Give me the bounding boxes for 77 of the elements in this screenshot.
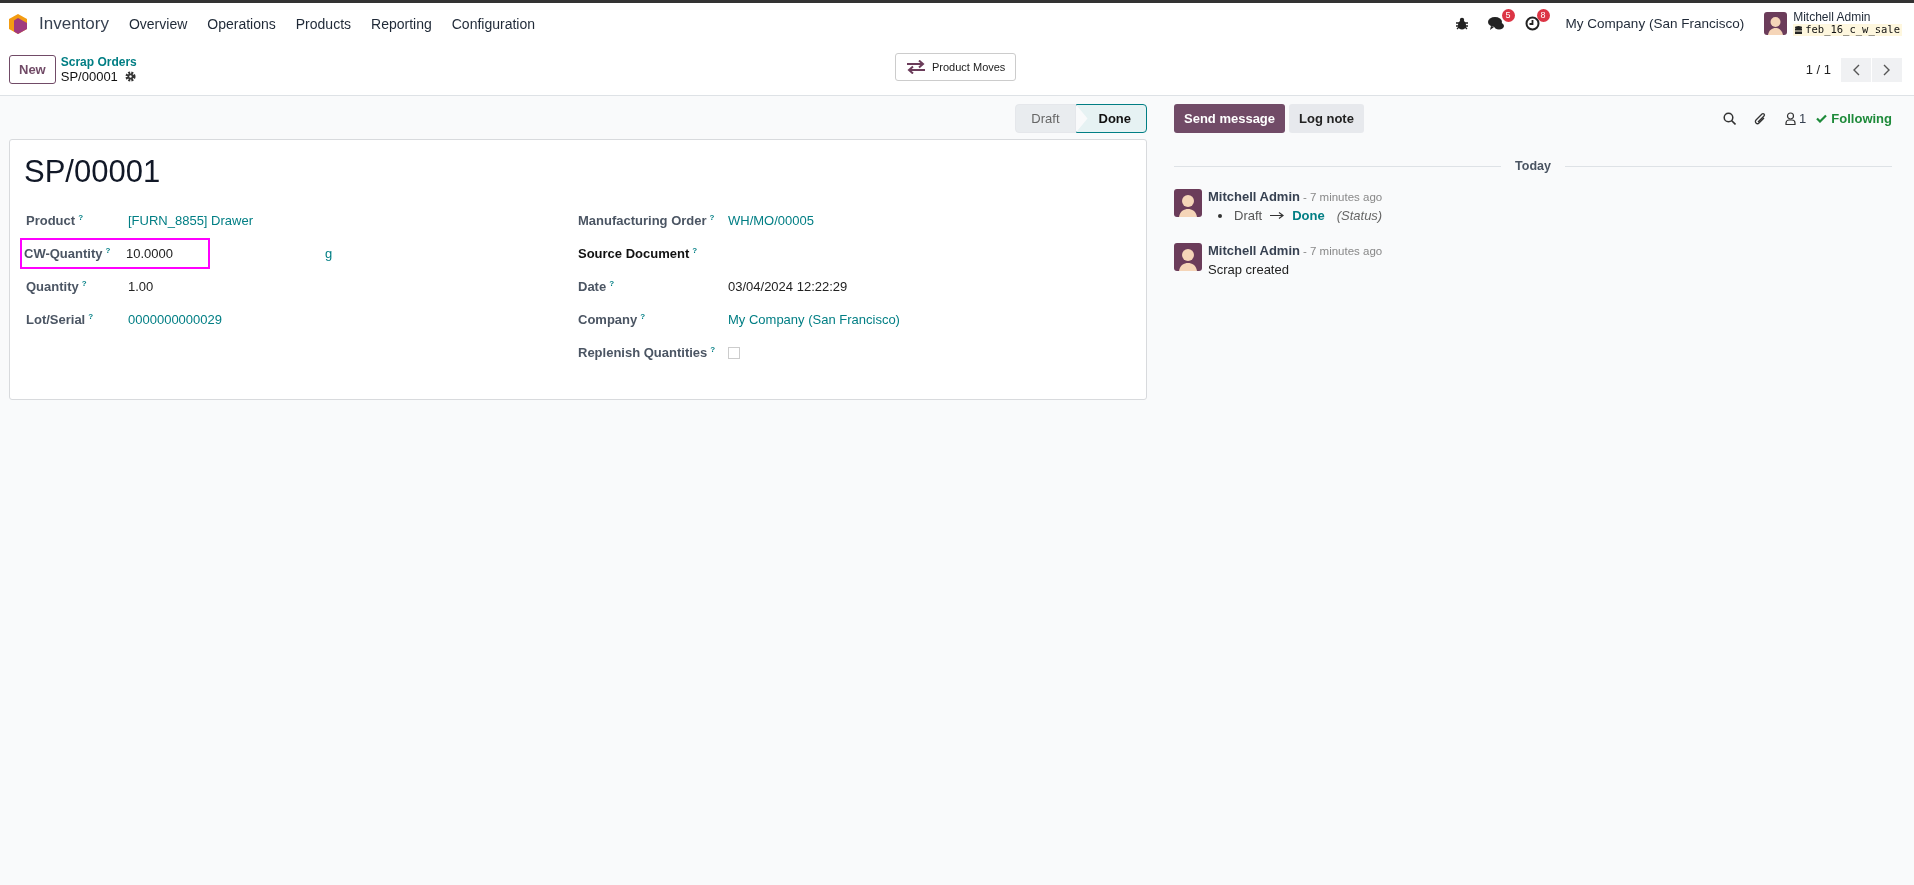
message-time: - 7 minutes ago bbox=[1302, 245, 1383, 257]
menu-item[interactable]: Operations bbox=[207, 15, 276, 32]
menu-item[interactable]: Products bbox=[295, 15, 352, 32]
field-link[interactable]: My Company (San Francisco) bbox=[728, 312, 900, 327]
follower-count[interactable]: 1 bbox=[1799, 111, 1807, 126]
help-tooltip[interactable]: ? bbox=[640, 312, 646, 321]
paperclip-icon[interactable] bbox=[1754, 111, 1768, 126]
avatar-icon bbox=[1174, 243, 1202, 271]
checkbox[interactable] bbox=[728, 346, 740, 359]
new-value: Done bbox=[1292, 208, 1325, 223]
help-tooltip[interactable]: ? bbox=[105, 246, 111, 255]
status-stage[interactable]: Done bbox=[1075, 104, 1147, 133]
tracked-field: (Status) bbox=[1336, 208, 1383, 223]
field-link[interactable]: [FURN_8855] Drawer bbox=[128, 213, 253, 228]
field-label: Source Document bbox=[578, 246, 690, 261]
user-name[interactable]: Mitchell Admin bbox=[1793, 11, 1902, 25]
database-name: feb_16_c_w_sale bbox=[1805, 24, 1900, 36]
field-label: Manufacturing Order bbox=[578, 213, 707, 228]
help-tooltip[interactable]: ? bbox=[709, 213, 715, 222]
company-switcher[interactable]: My Company (San Francisco) bbox=[1565, 16, 1745, 31]
field-link[interactable]: WH/MO/00005 bbox=[728, 213, 814, 228]
pager-counter[interactable]: 1 / 1 bbox=[1805, 62, 1831, 77]
field-label: Lot/Serial bbox=[26, 312, 86, 327]
clock-icon[interactable] bbox=[1524, 16, 1540, 31]
field-value: 10.0000 bbox=[126, 246, 173, 261]
chevron-right-icon bbox=[1883, 63, 1891, 76]
old-value: Draft bbox=[1234, 208, 1263, 223]
field-label: CW-Quantity bbox=[24, 246, 103, 261]
following-button[interactable]: Following bbox=[1816, 111, 1892, 126]
field-value: 03/04/2024 12:22:29 bbox=[728, 279, 848, 294]
message-author[interactable]: Mitchell Admin bbox=[1208, 189, 1300, 204]
message-author[interactable]: Mitchell Admin bbox=[1208, 243, 1300, 258]
notification-badge: 5 bbox=[1501, 9, 1515, 22]
search-icon[interactable] bbox=[1723, 112, 1737, 125]
field-label: Replenish Quantities bbox=[578, 345, 708, 360]
new-button[interactable]: New bbox=[9, 55, 56, 84]
person-icon[interactable] bbox=[1785, 112, 1797, 125]
menu-item[interactable]: Configuration bbox=[451, 15, 535, 32]
log-note-button[interactable]: Log note bbox=[1289, 104, 1364, 133]
right-arrow-icon bbox=[1270, 212, 1285, 219]
chevron-left-icon bbox=[1852, 63, 1860, 76]
settings-icon[interactable] bbox=[124, 71, 136, 83]
record-title: SP/00001 bbox=[24, 154, 162, 190]
database-icon bbox=[1795, 26, 1803, 35]
hexagon-logo-icon[interactable] bbox=[9, 13, 27, 34]
field-label: Company bbox=[578, 312, 638, 327]
chat-bubbles-icon[interactable] bbox=[1487, 16, 1505, 31]
help-tooltip[interactable]: ? bbox=[692, 246, 698, 255]
help-tooltip[interactable]: ? bbox=[88, 312, 94, 321]
menu-item[interactable]: Overview bbox=[128, 15, 188, 32]
status-stage[interactable]: Draft bbox=[1015, 104, 1076, 133]
bug-icon[interactable] bbox=[1455, 17, 1468, 30]
send-message-button[interactable]: Send message bbox=[1174, 104, 1286, 133]
field-label: Quantity bbox=[26, 279, 79, 294]
help-tooltip[interactable]: ? bbox=[78, 213, 83, 222]
message-text: Scrap created bbox=[1208, 262, 1290, 277]
check-icon bbox=[1816, 114, 1828, 123]
product-moves-button[interactable]: Product Moves bbox=[895, 53, 1017, 81]
field-link[interactable]: 0000000000029 bbox=[128, 312, 222, 327]
help-tooltip[interactable]: ? bbox=[710, 345, 716, 354]
breadcrumb-current: SP/00001 bbox=[60, 68, 118, 85]
message-time: - 7 minutes ago bbox=[1302, 191, 1383, 203]
avatar-icon[interactable] bbox=[1764, 12, 1788, 35]
app-name[interactable]: Inventory bbox=[39, 13, 109, 34]
field-value: 1.00 bbox=[128, 279, 154, 294]
avatar-icon bbox=[1174, 189, 1202, 217]
date-divider: Today bbox=[1515, 159, 1551, 173]
unit-link[interactable]: g bbox=[325, 246, 333, 261]
help-tooltip[interactable]: ? bbox=[609, 279, 615, 288]
field-label: Date bbox=[578, 279, 607, 294]
menu-item[interactable]: Reporting bbox=[371, 15, 432, 32]
transfer-arrows-icon bbox=[906, 60, 926, 74]
bullet-icon bbox=[1218, 213, 1222, 218]
breadcrumb-link[interactable]: Scrap Orders bbox=[60, 54, 137, 69]
help-tooltip[interactable]: ? bbox=[81, 279, 87, 288]
notification-badge: 8 bbox=[1536, 9, 1550, 22]
field-label: Product bbox=[26, 213, 76, 228]
